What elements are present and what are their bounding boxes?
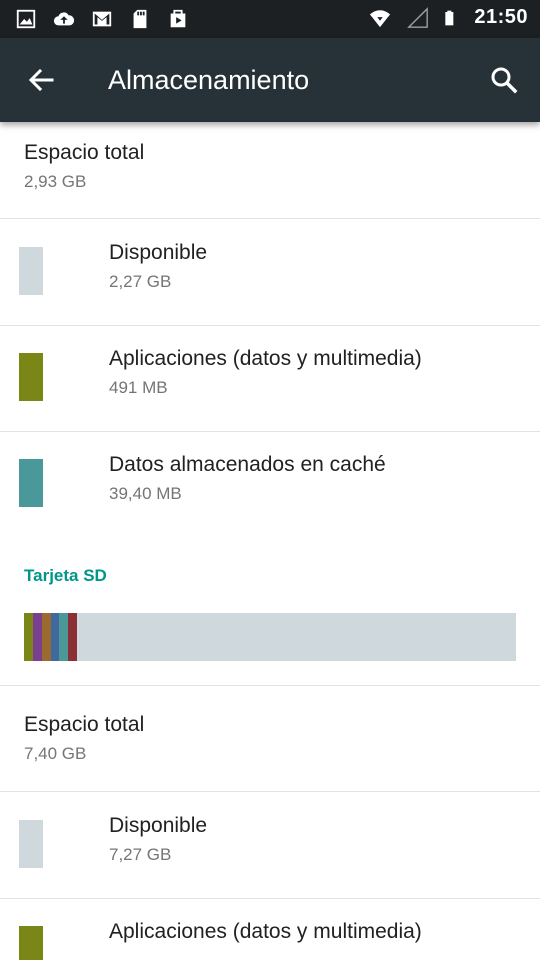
item-value: 39,40 MB bbox=[109, 484, 182, 503]
storage-list[interactable]: Espacio total 2,93 GB Disponible 2,27 GB… bbox=[0, 122, 540, 960]
item-label: Disponible bbox=[109, 814, 208, 837]
search-icon[interactable] bbox=[486, 62, 522, 98]
sd-usage-bar bbox=[24, 613, 516, 661]
item-value: 2,27 GB bbox=[109, 272, 172, 291]
sd-storage-item-apps[interactable]: Aplicaciones (datos y multimedia) bbox=[0, 898, 540, 960]
usage-segment bbox=[59, 613, 69, 661]
signal-icon bbox=[407, 6, 429, 28]
total-space-label: Espacio total bbox=[24, 713, 145, 736]
usage-segment bbox=[32, 613, 42, 661]
color-swatch bbox=[19, 926, 43, 960]
item-label: Aplicaciones (datos y multimedia) bbox=[109, 347, 422, 370]
sd-usage-bar-row bbox=[0, 595, 540, 686]
color-swatch bbox=[19, 353, 43, 401]
system-icons: 21:50 bbox=[368, 6, 528, 29]
item-label: Datos almacenados en caché bbox=[109, 453, 386, 476]
usage-segment bbox=[50, 613, 60, 661]
item-label: Disponible bbox=[109, 241, 208, 264]
internal-total-row: Espacio total 2,93 GB bbox=[0, 122, 540, 219]
section-header-sd-card: Tarjeta SD bbox=[24, 566, 107, 585]
item-value: 491 MB bbox=[109, 378, 168, 397]
color-swatch bbox=[19, 820, 43, 868]
color-swatch bbox=[19, 247, 43, 295]
total-space-value: 7,40 GB bbox=[24, 744, 87, 763]
storage-item-available[interactable]: Disponible 2,27 GB bbox=[0, 219, 540, 326]
total-space-label: Espacio total bbox=[24, 141, 145, 164]
item-label: Aplicaciones (datos y multimedia) bbox=[109, 920, 422, 943]
cloud-upload-icon bbox=[53, 12, 75, 26]
storage-item-apps[interactable]: Aplicaciones (datos y multimedia) 491 MB bbox=[0, 325, 540, 432]
notification-icons bbox=[14, 8, 190, 30]
clock: 21:50 bbox=[474, 6, 528, 28]
wifi-icon bbox=[370, 9, 391, 27]
battery-icon bbox=[445, 10, 454, 25]
total-space-value: 2,93 GB bbox=[24, 172, 87, 191]
color-swatch bbox=[19, 459, 43, 507]
sd-card-icon bbox=[133, 9, 147, 29]
gmail-icon bbox=[92, 11, 112, 27]
usage-segment bbox=[41, 613, 51, 661]
storage-item-cache[interactable]: Datos almacenados en caché 39,40 MB bbox=[0, 431, 540, 537]
image-icon bbox=[16, 9, 36, 29]
arrow-back-icon[interactable] bbox=[22, 62, 62, 98]
sd-storage-item-available[interactable]: Disponible 7,27 GB bbox=[0, 792, 540, 899]
item-value: 7,27 GB bbox=[109, 845, 172, 864]
usage-segment bbox=[68, 613, 78, 661]
sd-total-row: Espacio total 7,40 GB bbox=[0, 686, 540, 792]
usage-segment bbox=[24, 613, 33, 661]
page-title: Almacenamiento bbox=[108, 65, 310, 95]
app-bar: Almacenamiento bbox=[0, 38, 540, 122]
play-store-icon bbox=[170, 9, 186, 28]
status-bar: 21:50 bbox=[0, 0, 540, 38]
